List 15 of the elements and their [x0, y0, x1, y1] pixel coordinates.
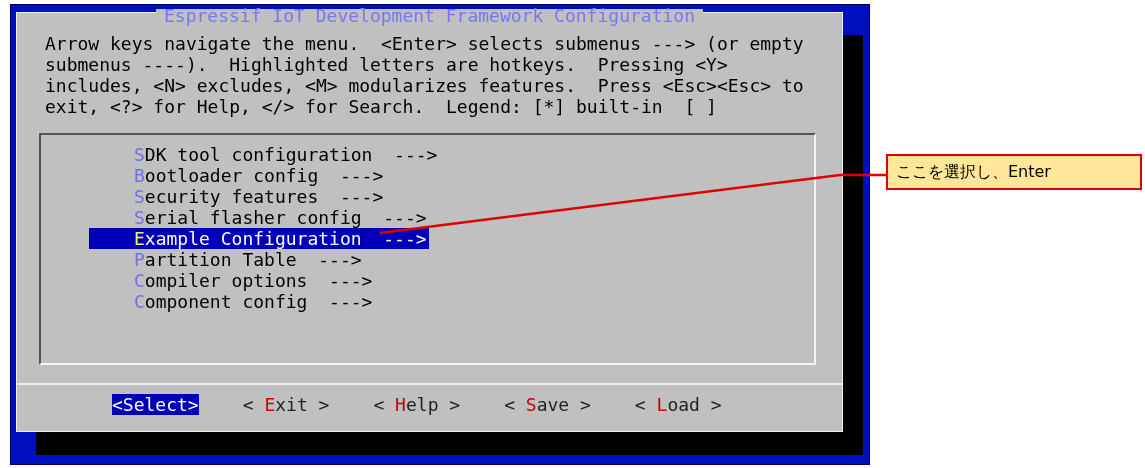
dialog-button[interactable]: < Load >	[634, 394, 722, 415]
menu-item[interactable]: Bootloader config --->	[89, 165, 386, 186]
callout-box: ここを選択し、Enter	[886, 154, 1142, 190]
menu-item[interactable]: SDK tool configuration --->	[89, 144, 440, 165]
menu-item[interactable]: Component config --->	[89, 291, 375, 312]
help-text: Arrow keys navigate the menu. <Enter> selects submenus ---> (or empty submenus ----). Highlighted letters are hotkeys. Pressing <Y> includes, <N> excludes, <M> modularizes features. Press <Esc><Esc> to exit, <?> for Help, </> for Search. Legend: [*] built-in [ ]	[45, 33, 805, 117]
menu-item[interactable]: Security features --->	[89, 186, 386, 207]
menu-item[interactable]: Partition Table --->	[89, 249, 364, 270]
dialog-button[interactable]: < Exit >	[242, 394, 330, 415]
menu-item[interactable]: Serial flasher config --->	[89, 207, 429, 228]
menu-item[interactable]: Compiler options --->	[89, 270, 375, 291]
dialog-button[interactable]: < Help >	[373, 394, 461, 415]
dialog-button[interactable]: <Select>	[112, 394, 199, 415]
dialog-button[interactable]: < Save >	[504, 394, 591, 415]
menu-item[interactable]: Example Configuration --->	[89, 228, 429, 249]
